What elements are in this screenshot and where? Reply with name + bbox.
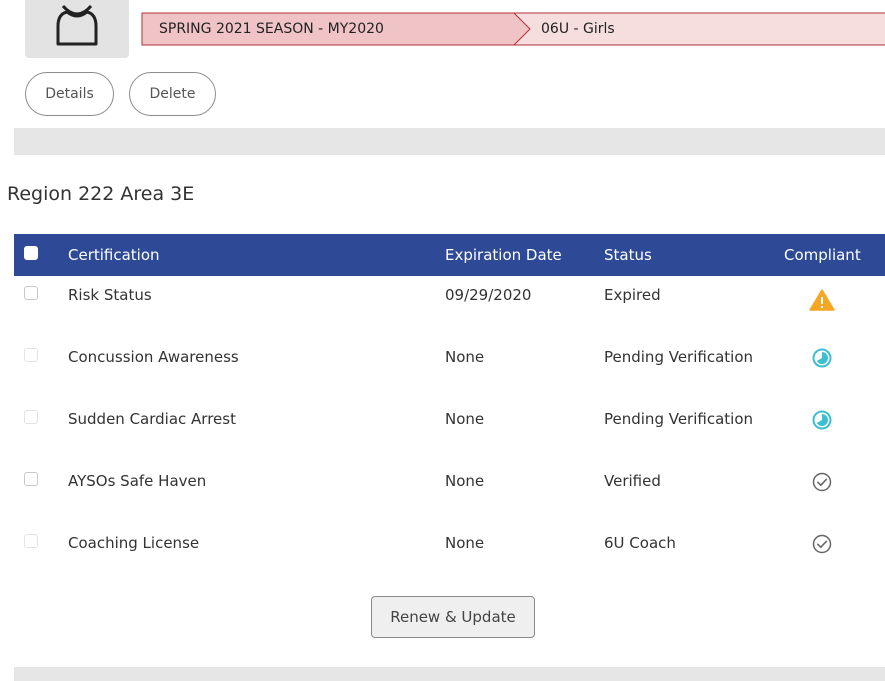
table-row: Sudden Cardiac Arrest None Pending Verif… [14, 400, 885, 462]
table-header-row: Certification Expiration Date Status Com… [14, 234, 885, 276]
expiration-date: 09/29/2020 [445, 286, 532, 304]
user-avatar-icon [56, 4, 98, 46]
certification-name: Risk Status [68, 286, 152, 304]
row-checkbox[interactable] [24, 472, 38, 486]
row-checkbox[interactable] [24, 534, 38, 548]
breadcrumb-division[interactable]: 06U - Girls [541, 12, 615, 46]
section-divider [14, 667, 885, 681]
section-divider [14, 128, 885, 155]
warning-icon [808, 289, 835, 311]
renew-update-button[interactable]: Renew & Update [371, 596, 535, 638]
check-circle-icon [812, 534, 831, 554]
certification-table: Certification Expiration Date Status Com… [14, 234, 885, 586]
column-header-certification[interactable]: Certification [68, 234, 445, 276]
check-circle-icon [812, 472, 831, 492]
table-row: Risk Status 09/29/2020 Expired [14, 276, 885, 338]
avatar [25, 0, 129, 58]
expiration-date: None [445, 534, 485, 552]
status-text: Pending Verification [604, 348, 754, 366]
status-text: Verified [604, 472, 661, 490]
expiration-date: None [445, 410, 485, 428]
status-text: 6U Coach [604, 534, 676, 552]
delete-button[interactable]: Delete [129, 72, 216, 116]
certification-name: AYSOs Safe Haven [68, 472, 207, 490]
column-header-status[interactable]: Status [604, 234, 784, 276]
table-row: Coaching License None 6U Coach [14, 524, 885, 586]
breadcrumb: SPRING 2021 SEASON - MY2020 06U - Girls [141, 12, 885, 46]
certification-name: Sudden Cardiac Arrest [68, 410, 236, 428]
details-button[interactable]: Details [25, 72, 114, 116]
certification-name: Coaching License [68, 534, 200, 552]
expiration-date: None [445, 348, 485, 366]
table-row: AYSOs Safe Haven None Verified [14, 462, 885, 524]
region-title: Region 222 Area 3E [7, 183, 195, 205]
column-header-compliant[interactable]: Compliant [784, 234, 885, 276]
status-text: Pending Verification [604, 410, 754, 428]
row-checkbox[interactable] [24, 286, 38, 300]
certification-name: Concussion Awareness [68, 348, 239, 366]
column-header-expiration[interactable]: Expiration Date [445, 234, 604, 276]
status-text: Expired [604, 286, 661, 304]
select-all-checkbox[interactable] [24, 246, 38, 260]
breadcrumb-season[interactable]: SPRING 2021 SEASON - MY2020 [159, 12, 384, 46]
expiration-date: None [445, 472, 485, 490]
pending-clock-icon [812, 410, 831, 430]
table-row: Concussion Awareness None Pending Verifi… [14, 338, 885, 400]
row-checkbox[interactable] [24, 348, 38, 362]
pending-clock-icon [812, 348, 831, 368]
row-checkbox[interactable] [24, 410, 38, 424]
